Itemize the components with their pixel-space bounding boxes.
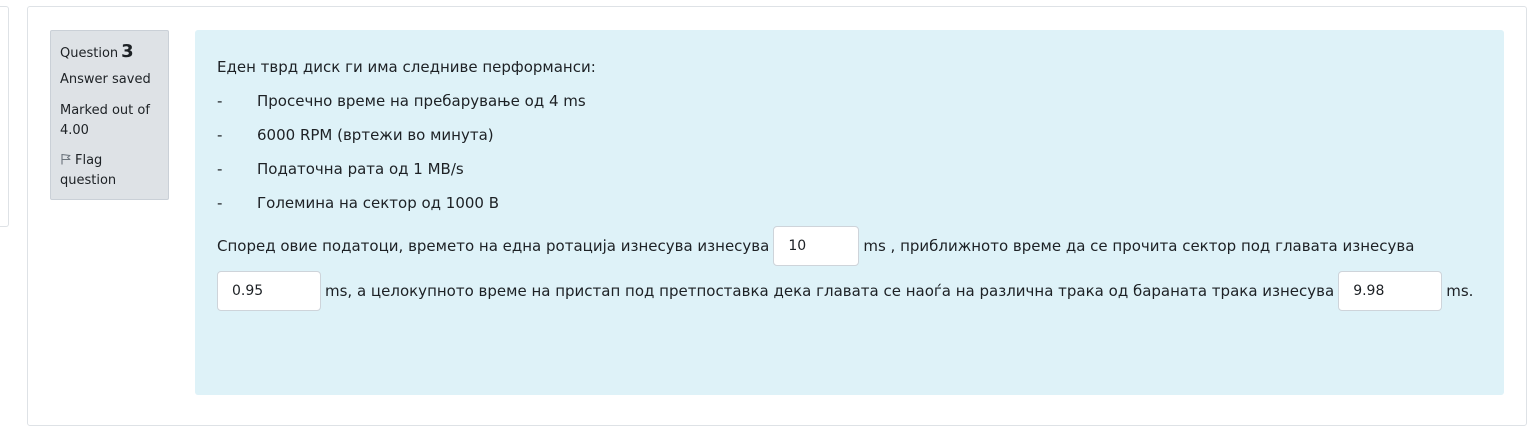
- list-item-text: Големина на сектор од 1000 B: [257, 194, 500, 212]
- list-dash: -: [217, 92, 223, 110]
- question-text-1: Според овие податоци, времето на една ро…: [217, 237, 770, 255]
- question-content: Еден тврд диск ги има следниве перформан…: [195, 30, 1504, 395]
- list-item: - Просечно време на пребарување од 4 ms: [217, 90, 1482, 112]
- list-item: - Големина на сектор од 1000 B: [217, 192, 1482, 214]
- question-intro: Еден тврд диск ги има следниве перформан…: [217, 58, 596, 76]
- question-number-value: 3: [121, 41, 134, 62]
- flag-question-link[interactable]: Flag question: [60, 151, 159, 191]
- question-label: Question: [60, 46, 119, 61]
- question-state: Answer saved: [60, 72, 151, 87]
- total-access-time-input[interactable]: [1338, 271, 1443, 311]
- list-dash: -: [217, 194, 223, 212]
- list-item: - Податочна рата од 1 MB/s: [217, 158, 1482, 180]
- question-grade: Marked out of 4.00: [60, 103, 150, 138]
- answer-line-1: Според овие податоци, времето на една ро…: [217, 226, 1482, 266]
- sector-read-time-input[interactable]: [217, 271, 321, 311]
- question-number: Question 3: [60, 41, 159, 65]
- flag-icon: [61, 154, 71, 165]
- list-dash: -: [217, 160, 223, 178]
- previous-panel-edge: [0, 6, 9, 227]
- answer-line-2: ms, а целокупното време на пристап под п…: [217, 271, 1482, 311]
- question-text-4: ms.: [1446, 282, 1474, 300]
- question-text-2: ms , приближното време да се прочита сек…: [863, 237, 1415, 255]
- list-item-text: Податочна рата од 1 MB/s: [257, 160, 464, 178]
- list-item-text: 6000 RPM (вртежи во минута): [257, 126, 494, 144]
- question-info-panel: Question 3 Answer saved Marked out of 4.0…: [50, 30, 169, 200]
- question-text-3: ms, а целокупното време на пристап под п…: [325, 282, 1335, 300]
- list-item: - 6000 RPM (вртежи во минута): [217, 124, 1482, 146]
- list-item-text: Просечно време на пребарување од 4 ms: [257, 92, 586, 110]
- rotation-time-input[interactable]: [773, 226, 860, 266]
- list-dash: -: [217, 126, 223, 144]
